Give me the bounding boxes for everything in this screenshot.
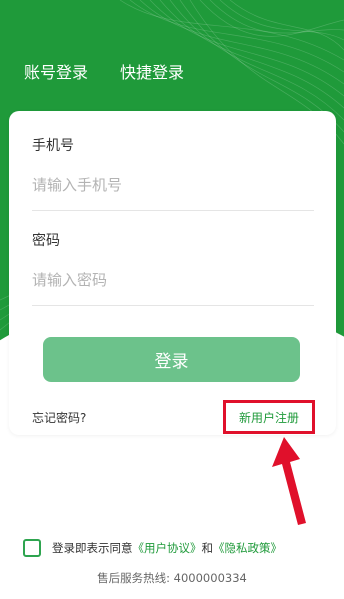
- password-label: 密码: [32, 233, 60, 249]
- tab-quick-login[interactable]: 快捷登录: [120, 62, 184, 84]
- agreement-row: 登录即表示同意《用户协议》和《隐私政策》: [23, 539, 282, 557]
- user-agreement-link[interactable]: 《用户协议》: [133, 541, 202, 555]
- phone-label: 手机号: [32, 138, 74, 154]
- phone-divider: [32, 210, 314, 211]
- red-arrow-icon: [272, 437, 306, 525]
- register-link-highlight[interactable]: 新用户注册: [223, 400, 315, 434]
- password-divider: [32, 305, 314, 306]
- agreement-prefix: 登录即表示同意: [52, 541, 133, 555]
- register-link[interactable]: 新用户注册: [239, 409, 299, 426]
- forgot-password-link[interactable]: 忘记密码?: [32, 410, 86, 426]
- tab-account-login[interactable]: 账号登录: [24, 62, 88, 84]
- agreement-checkbox[interactable]: [23, 539, 41, 557]
- agreement-and: 和: [201, 541, 214, 555]
- login-button[interactable]: 登录: [43, 337, 300, 382]
- service-hotline: 售后服务热线: 4000000334: [97, 571, 247, 585]
- phone-input[interactable]: [32, 171, 314, 199]
- privacy-policy-link[interactable]: 《隐私政策》: [213, 541, 282, 555]
- login-card: 手机号 密码 登录 忘记密码? 新用户注册: [9, 111, 336, 435]
- agreement-text: 登录即表示同意《用户协议》和《隐私政策》: [52, 540, 282, 556]
- password-input[interactable]: [32, 266, 314, 294]
- login-tabs: 账号登录 快捷登录: [24, 62, 184, 84]
